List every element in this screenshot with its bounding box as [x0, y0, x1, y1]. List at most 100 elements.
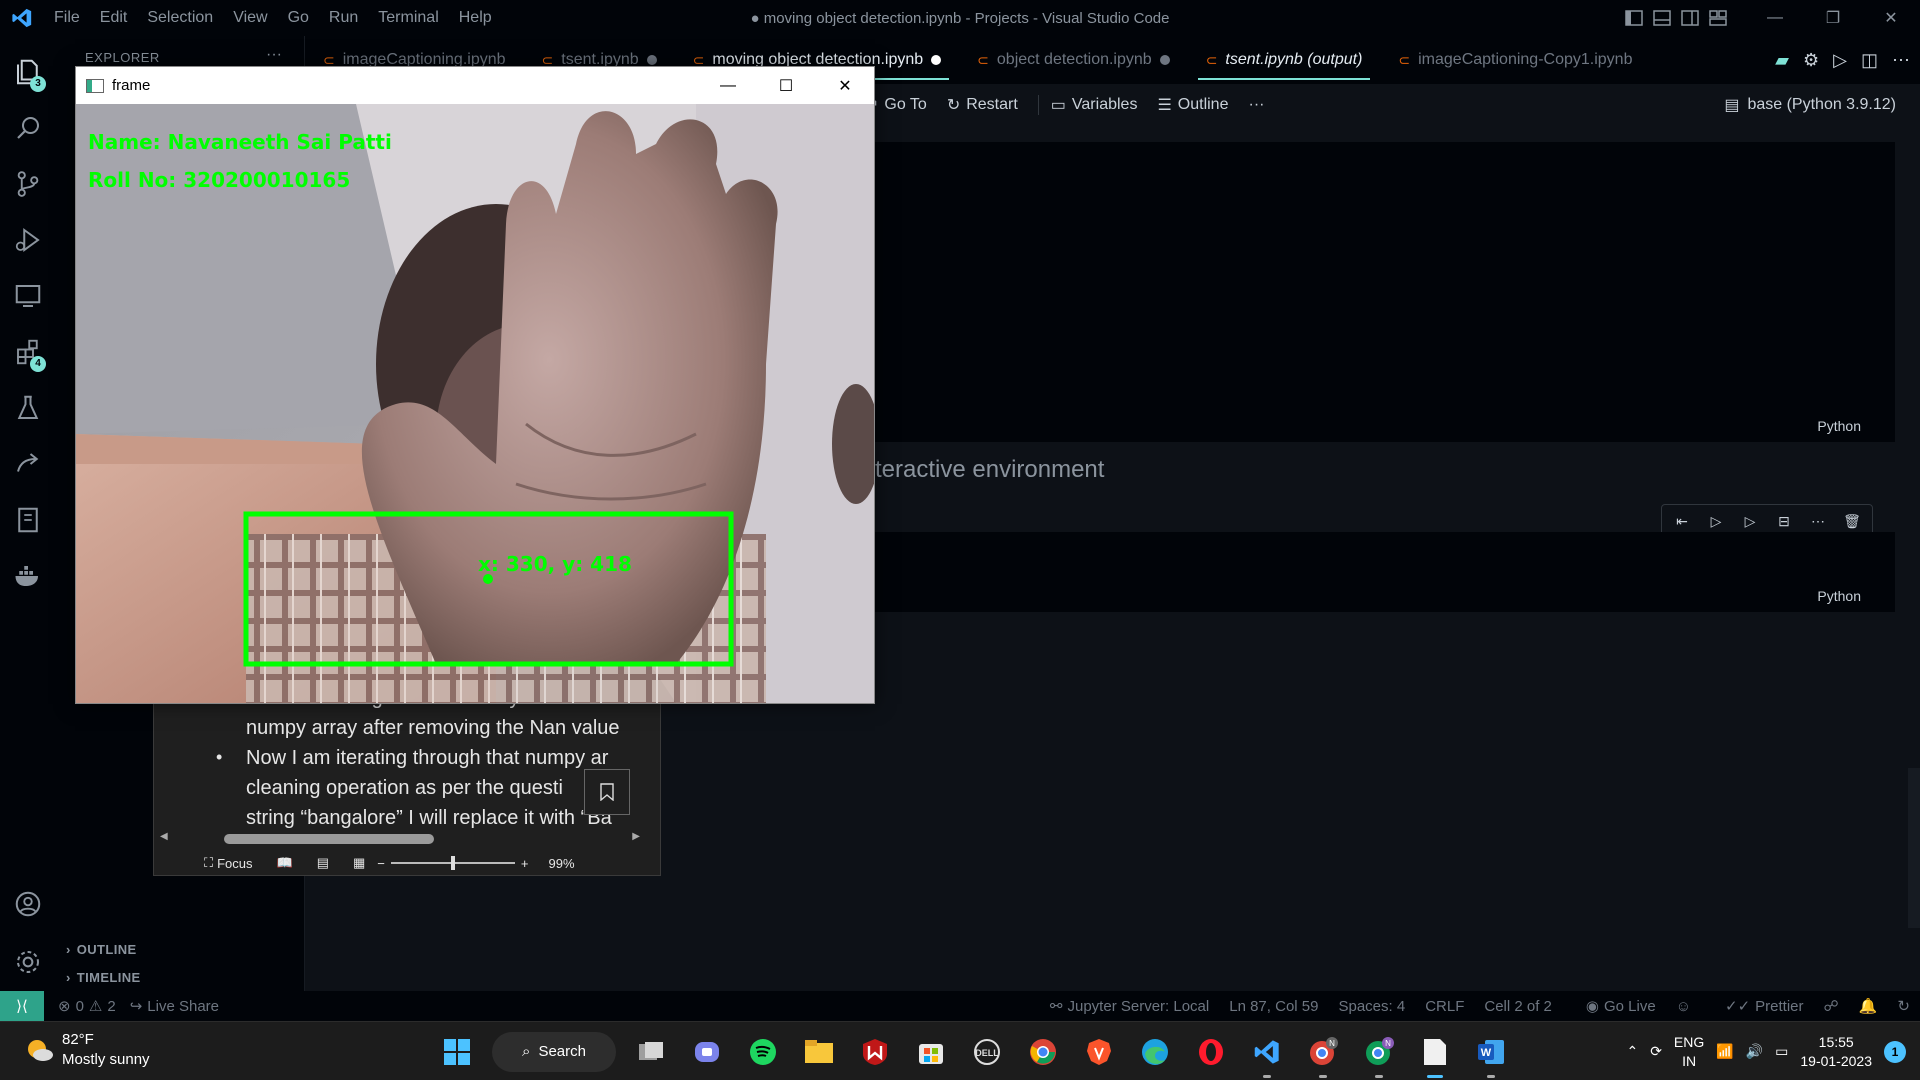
read-mode-icon[interactable]: 📖: [277, 855, 293, 871]
tab-tsent-output[interactable]: ⊂ tsent.ipynb (output): [1188, 36, 1381, 84]
sync-tray-icon[interactable]: ⟳: [1650, 1043, 1662, 1060]
tab-object-detection[interactable]: ⊂ object detection.ipynb: [959, 36, 1188, 84]
preview-icon[interactable]: ▰: [1775, 50, 1789, 71]
toggle-panel-icon[interactable]: [1648, 0, 1676, 36]
menu-edit[interactable]: Edit: [90, 0, 138, 36]
zoom-in-button[interactable]: +: [521, 856, 529, 871]
search-icon[interactable]: [0, 100, 56, 156]
source-control-icon[interactable]: [0, 156, 56, 212]
explorer-icon[interactable]: 3: [0, 44, 56, 100]
zoom-out-button[interactable]: −: [377, 856, 385, 871]
tab-imagecaptioning-copy1[interactable]: ⊂ imageCaptioning-Copy1.ipynb: [1380, 36, 1650, 84]
brave-icon[interactable]: [1078, 1031, 1120, 1073]
restart-button[interactable]: ↻ Restart: [947, 95, 1018, 115]
frame-maximize-button[interactable]: ☐: [757, 67, 815, 104]
settings-gear-icon[interactable]: [0, 934, 56, 990]
live-share-icon[interactable]: [0, 436, 56, 492]
go-live-button[interactable]: ◉ Go Live: [1586, 997, 1656, 1016]
task-view-icon[interactable]: [630, 1031, 672, 1073]
prettier-status[interactable]: ✓✓ Prettier: [1725, 997, 1804, 1016]
focus-button[interactable]: ⛶ Focus: [204, 855, 253, 871]
battery-icon[interactable]: ▭: [1775, 1043, 1788, 1060]
execute-above-icon[interactable]: ⇤: [1670, 509, 1694, 533]
execute-below-icon[interactable]: ▷: [1738, 509, 1762, 533]
clock[interactable]: 15:55 19-01-2023: [1800, 1033, 1872, 1071]
live-share-status[interactable]: ↪ Live Share: [130, 997, 219, 1016]
opera-icon[interactable]: [1190, 1031, 1232, 1073]
remote-indicator[interactable]: ⟩⟨: [0, 991, 44, 1021]
toolbar-more-button[interactable]: ···: [1248, 96, 1264, 114]
chrome-icon[interactable]: [1022, 1031, 1064, 1073]
editor-scrollbar[interactable]: [1908, 768, 1920, 928]
teams-chat-icon[interactable]: [686, 1031, 728, 1073]
split-editor-icon[interactable]: ◫: [1861, 50, 1878, 71]
execute-cell-below-icon[interactable]: ▷: [1704, 509, 1728, 533]
kernel-picker[interactable]: ▤ base (Python 3.9.12): [1724, 84, 1896, 126]
dell-icon[interactable]: DELL: [966, 1031, 1008, 1073]
notepad-icon[interactable]: [1414, 1031, 1456, 1078]
frame-minimize-button[interactable]: —: [699, 67, 757, 104]
scroll-right-icon[interactable]: ▶: [632, 831, 640, 842]
indentation[interactable]: Spaces: 4: [1338, 998, 1405, 1015]
copilot-icon[interactable]: ☺: [1676, 998, 1691, 1015]
input-language[interactable]: ENG IN: [1674, 1033, 1704, 1071]
close-button[interactable]: ✕: [1862, 0, 1920, 36]
jupyter-server-status[interactable]: ⚯ Jupyter Server: Local: [1050, 997, 1209, 1016]
cell-language[interactable]: Python: [1817, 418, 1861, 434]
cell-language[interactable]: Python: [1817, 588, 1861, 604]
end-of-line[interactable]: CRLF: [1425, 998, 1464, 1015]
scrollbar-thumb[interactable]: [224, 834, 434, 844]
split-cell-icon[interactable]: ⊟: [1772, 509, 1796, 533]
weather-widget[interactable]: 82°F Mostly sunny: [24, 1030, 150, 1070]
zoom-slider-knob[interactable]: [450, 856, 455, 870]
word-icon[interactable]: W: [1470, 1031, 1512, 1078]
cell-more-icon[interactable]: ⋯: [1806, 509, 1830, 533]
chevron-up-icon[interactable]: ⌃: [1626, 1043, 1638, 1060]
spotify-icon[interactable]: [742, 1031, 784, 1073]
zoom-slider[interactable]: [390, 856, 515, 870]
toggle-sidebar-icon[interactable]: [1620, 0, 1648, 36]
cell-indicator[interactable]: Cell 2 of 2: [1484, 998, 1552, 1015]
customize-layout-icon[interactable]: [1704, 0, 1732, 36]
file-explorer-icon[interactable]: [798, 1031, 840, 1073]
volume-icon[interactable]: 🔊: [1746, 1043, 1763, 1060]
run-debug-icon[interactable]: [0, 212, 56, 268]
document-body[interactable]: I am converting the column dry.location …: [154, 701, 660, 831]
edge-icon[interactable]: [1134, 1031, 1176, 1073]
frame-close-button[interactable]: ✕: [816, 67, 874, 104]
feedback-icon[interactable]: ☍: [1824, 997, 1839, 1015]
notification-badge[interactable]: 1: [1884, 1040, 1906, 1063]
menu-selection[interactable]: Selection: [137, 0, 223, 36]
wifi-icon[interactable]: 📶: [1716, 1043, 1733, 1060]
print-layout-icon[interactable]: ▤: [317, 855, 329, 871]
minimize-button[interactable]: —: [1746, 0, 1804, 36]
delete-cell-icon[interactable]: 🗑: [1840, 509, 1864, 533]
testing-icon[interactable]: [0, 380, 56, 436]
microsoft-store-icon[interactable]: [910, 1031, 952, 1073]
run-icon[interactable]: ▷: [1833, 50, 1847, 71]
zoom-level[interactable]: 99%: [548, 856, 574, 871]
problems-indicator[interactable]: ⊗ 0 ⚠ 2: [58, 997, 116, 1016]
menu-help[interactable]: Help: [449, 0, 502, 36]
chrome-profile-icon[interactable]: N: [1302, 1031, 1344, 1078]
remote-explorer-icon[interactable]: [0, 268, 56, 324]
more-actions-icon[interactable]: ⋯: [1892, 50, 1910, 71]
web-layout-icon[interactable]: ▦: [353, 855, 365, 871]
maximize-button[interactable]: ❐: [1804, 0, 1862, 36]
extensions-icon[interactable]: 4: [0, 324, 56, 380]
docker-icon[interactable]: [0, 548, 56, 604]
start-button[interactable]: [436, 1031, 478, 1073]
toggle-secondary-sidebar-icon[interactable]: [1676, 0, 1704, 36]
sync-icon[interactable]: ↻: [1897, 997, 1910, 1015]
taskbar-search[interactable]: ⌕ Search: [492, 1031, 616, 1072]
notifications-bell-icon[interactable]: 🔔: [1859, 997, 1878, 1015]
menu-file[interactable]: File: [44, 0, 90, 36]
menu-run[interactable]: Run: [319, 0, 368, 36]
explorer-more-icon[interactable]: ···: [266, 46, 282, 64]
menu-go[interactable]: Go: [278, 0, 319, 36]
chrome-profile-icon-2[interactable]: N: [1358, 1031, 1400, 1078]
mcafee-icon[interactable]: [854, 1031, 896, 1073]
jupyter-icon[interactable]: [0, 492, 56, 548]
variables-button[interactable]: ▭ Variables: [1037, 95, 1137, 115]
bookmark-button[interactable]: [584, 769, 630, 815]
